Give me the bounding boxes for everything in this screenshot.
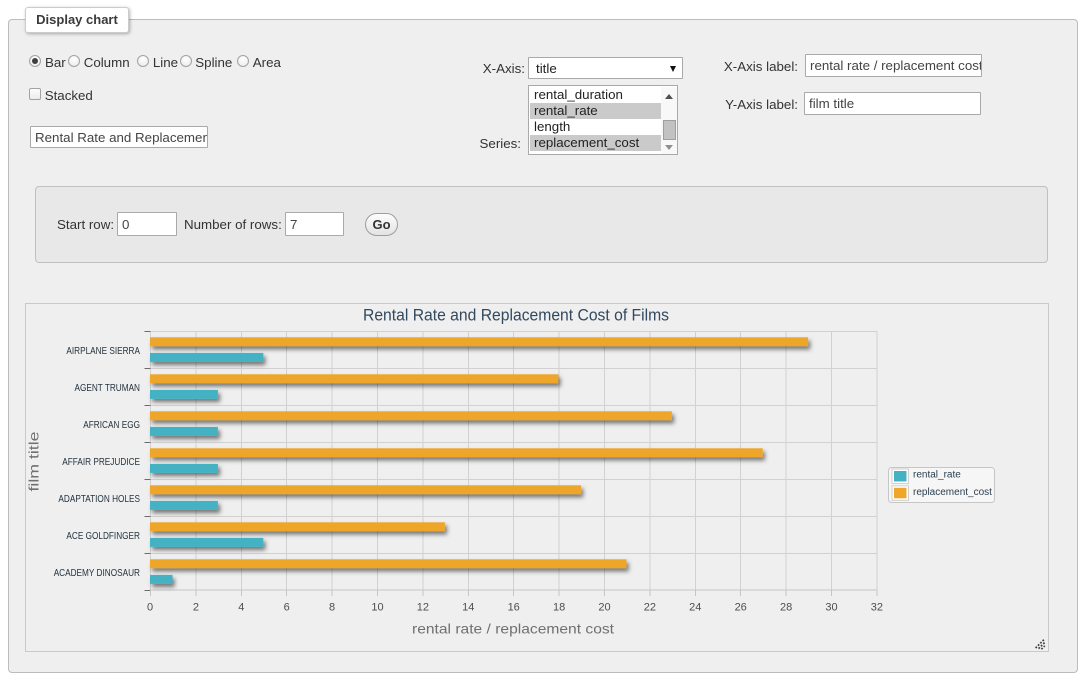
svg-text:14: 14 <box>462 602 474 614</box>
svg-text:4: 4 <box>238 602 244 614</box>
svg-text:10: 10 <box>371 602 383 614</box>
svg-text:18: 18 <box>553 602 565 614</box>
svg-text:film title: film title <box>26 431 42 491</box>
svg-text:AFRICAN EGG: AFRICAN EGG <box>83 420 140 431</box>
svg-text:12: 12 <box>417 602 429 614</box>
svg-text:26: 26 <box>735 602 747 614</box>
svg-text:replacement_cost: replacement_cost <box>913 487 992 498</box>
svg-text:AGENT TRUMAN: AGENT TRUMAN <box>75 383 141 394</box>
svg-text:ADAPTATION HOLES: ADAPTATION HOLES <box>58 494 140 505</box>
svg-text:24: 24 <box>689 602 701 614</box>
svg-text:6: 6 <box>284 602 290 614</box>
svg-text:AFFAIR PREJUDICE: AFFAIR PREJUDICE <box>62 457 140 468</box>
svg-text:32: 32 <box>871 602 883 614</box>
svg-text:rental rate / replacement cost: rental rate / replacement cost <box>412 621 614 637</box>
svg-text:28: 28 <box>780 602 792 614</box>
svg-text:16: 16 <box>508 602 520 614</box>
svg-text:Rental Rate and Replacement Co: Rental Rate and Replacement Cost of Film… <box>363 305 669 324</box>
svg-text:30: 30 <box>825 602 837 614</box>
svg-text:ACE GOLDFINGER: ACE GOLDFINGER <box>66 531 140 542</box>
svg-text:2: 2 <box>193 602 199 614</box>
svg-text:ACADEMY DINOSAUR: ACADEMY DINOSAUR <box>54 568 140 579</box>
svg-text:22: 22 <box>644 602 656 614</box>
svg-text:AIRPLANE SIERRA: AIRPLANE SIERRA <box>66 346 140 357</box>
svg-text:8: 8 <box>329 602 335 614</box>
svg-text:rental_rate: rental_rate <box>913 470 961 481</box>
svg-text:20: 20 <box>598 602 610 614</box>
svg-text:0: 0 <box>147 602 153 614</box>
